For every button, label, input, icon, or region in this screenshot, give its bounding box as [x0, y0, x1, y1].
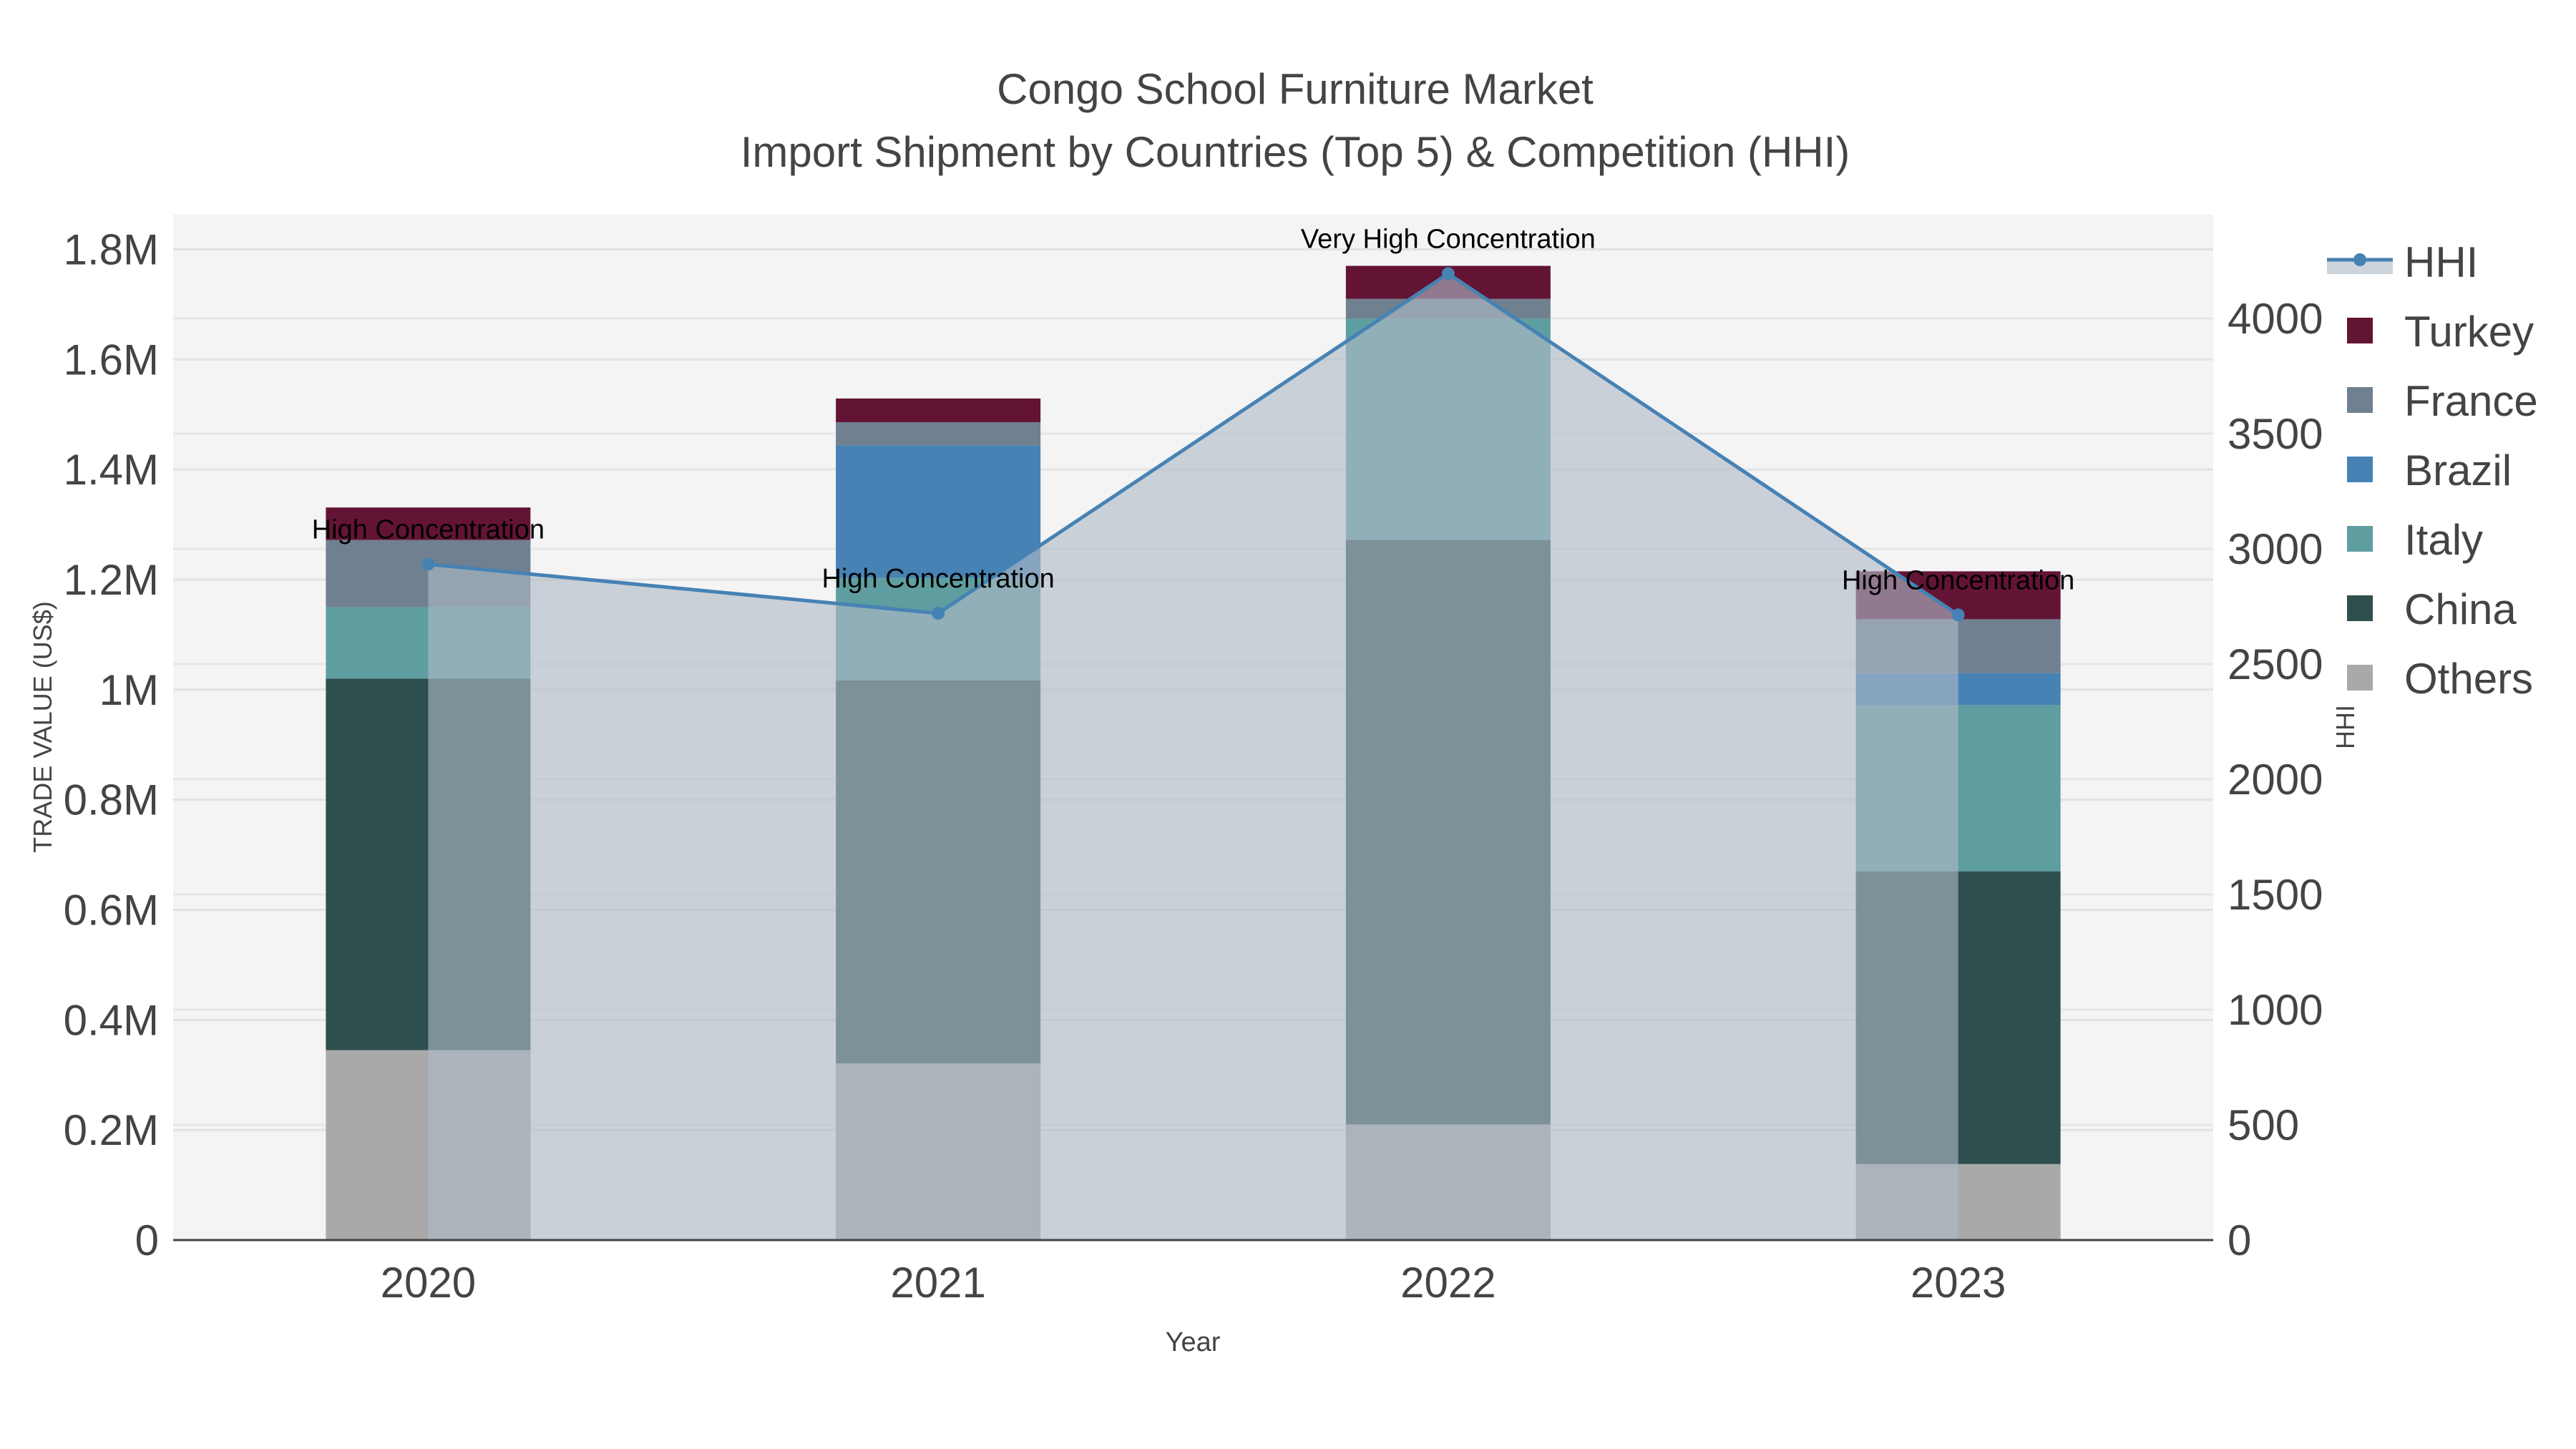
legend-swatch-italy — [2347, 526, 2373, 552]
y2-tick-label: 4000 — [2228, 295, 2323, 343]
bar-brazil-2021 — [836, 445, 1041, 578]
hhi-annotation: High Concentration — [1842, 565, 2074, 595]
legend-label: Brazil — [2404, 447, 2512, 494]
hhi-point — [1441, 267, 1455, 280]
y-tick-label: 1.4M — [64, 446, 159, 494]
y2-tick-label: 2000 — [2228, 756, 2323, 804]
y-tick-label: 1.6M — [64, 336, 159, 384]
y-tick-label: 1.2M — [64, 556, 159, 604]
legend-swatch-china — [2347, 595, 2373, 621]
hhi-annotation: Very High Concentration — [1301, 224, 1596, 254]
y2-tick-label: 0 — [2228, 1216, 2251, 1264]
legend-hhi-marker — [2353, 253, 2366, 266]
x-tick-label: 2022 — [1400, 1259, 1496, 1307]
y-tick-label: 0.4M — [64, 996, 159, 1044]
x-tick-label: 2023 — [1911, 1259, 2006, 1307]
x-tick-label: 2021 — [890, 1259, 985, 1307]
y2-tick-label: 3000 — [2228, 525, 2323, 573]
chart-subtitle: Import Shipment by Countries (Top 5) & C… — [741, 128, 1850, 176]
legend: HHI Turkey France Brazil Italy China Others — [2327, 238, 2538, 703]
hhi-annotation: High Concentration — [312, 515, 545, 545]
y-tick-label: 1.8M — [64, 225, 159, 273]
hhi-annotation: High Concentration — [821, 564, 1054, 594]
hhi-point — [421, 557, 435, 571]
legend-swatch-brazil — [2347, 457, 2373, 482]
legend-label: Others — [2404, 655, 2533, 703]
legend-label: Italy — [2404, 516, 2483, 564]
legend-label: China — [2404, 585, 2517, 633]
legend-swatch-others — [2347, 665, 2373, 691]
y-tick-label: 0.2M — [64, 1106, 159, 1154]
y-tick-label: 0.8M — [64, 776, 159, 824]
bar-france-2021 — [836, 421, 1041, 446]
hhi-point — [932, 607, 945, 620]
y2-axis-title: HHI — [2331, 705, 2360, 749]
y2-tick-label: 3500 — [2228, 410, 2323, 458]
y2-tick-label: 2500 — [2228, 640, 2323, 688]
y2-tick-label: 1000 — [2228, 986, 2323, 1034]
x-tick-label: 2020 — [381, 1259, 476, 1307]
bar-turkey-2021 — [836, 398, 1041, 422]
y2-tick-label: 500 — [2228, 1101, 2299, 1149]
chart: High Concentration High Concentration Very… — [28, 65, 2538, 1357]
y-tick-label: 1M — [99, 666, 159, 714]
chart-title: Congo School Furniture Market — [997, 65, 1594, 113]
hhi-point — [1951, 608, 1965, 622]
y2-tick-label: 1500 — [2228, 871, 2323, 919]
chart-container: High Concentration High Concentration Very… — [0, 0, 2576, 1449]
legend-label: HHI — [2404, 238, 2478, 286]
y-tick-label: 0.6M — [64, 886, 159, 934]
y-axis-title: TRADE VALUE (US$) — [28, 601, 57, 852]
legend-swatch-turkey — [2347, 318, 2373, 343]
legend-label: Turkey — [2404, 308, 2534, 356]
legend-swatch-france — [2347, 387, 2373, 413]
x-axis-title: Year — [1166, 1327, 1221, 1357]
legend-label: France — [2404, 377, 2538, 425]
y-tick-label: 0 — [135, 1216, 159, 1264]
